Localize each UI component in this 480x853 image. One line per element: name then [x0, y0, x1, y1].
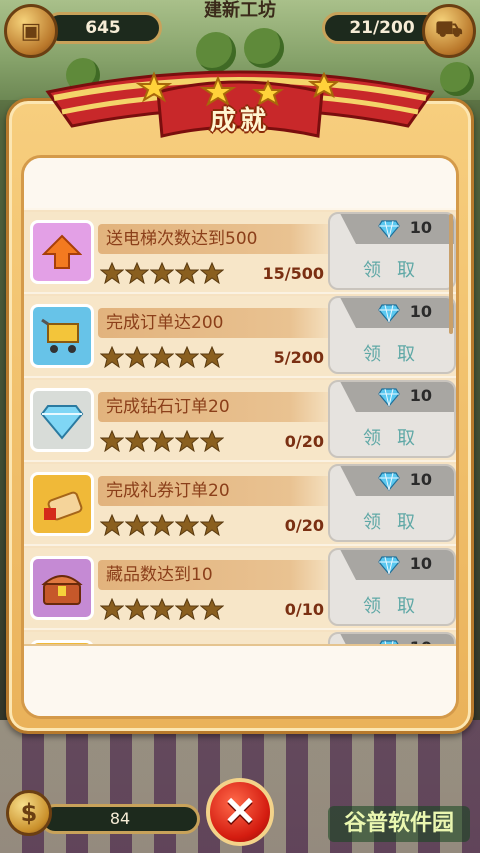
star-icon — [124, 597, 150, 624]
star-icon — [174, 597, 200, 624]
claim-button[interactable]: 领取 — [330, 502, 454, 540]
star-icon — [174, 429, 200, 456]
achievement-row: 送电梯次数达到500 15/500 10 领取 — [24, 212, 456, 294]
panel-footer — [24, 644, 456, 716]
reward-card: 10 领取 — [328, 296, 456, 374]
box-icon[interactable]: ▣ — [4, 4, 58, 58]
watermark-text: 谷普软件园 — [343, 811, 454, 836]
star-rating — [99, 597, 225, 624]
achievement-row: 完成礼券订单20 0/20 10 领取 — [24, 464, 456, 546]
achievement-row: 藏品数达到10 0/10 10 领取 — [24, 548, 456, 630]
star-icon — [199, 429, 225, 456]
left-resource-counter: 645 — [44, 12, 162, 44]
reward-amount: 10 — [409, 470, 432, 489]
coin-counter: 84 — [40, 804, 200, 834]
achievement-title: 送电梯次数达到500 — [98, 224, 338, 254]
star-icon — [99, 597, 125, 624]
achievement-progress: 5/200 — [273, 348, 324, 367]
reward-card: 10 领取 — [328, 464, 456, 542]
star-icon — [99, 345, 125, 372]
coin-value: 84 — [109, 809, 131, 828]
treasure-chest-icon — [30, 556, 94, 620]
star-icon — [149, 597, 175, 624]
achievement-title: 完成礼券订单20 — [98, 476, 338, 506]
star-icon — [149, 429, 175, 456]
reward-amount: 10 — [409, 386, 432, 405]
star-icon — [199, 345, 225, 372]
gem-icon — [378, 219, 400, 239]
star-rating — [99, 429, 225, 456]
star-rating — [99, 513, 225, 540]
star-icon — [99, 261, 125, 288]
star-icon — [199, 597, 225, 624]
left-resource-value: 645 — [85, 18, 121, 38]
reward-card: 10 领取 — [328, 212, 456, 290]
gem-icon — [378, 303, 400, 323]
up-arrow-icon — [30, 220, 94, 284]
cart-resource-icon[interactable]: ⛟ — [422, 4, 476, 58]
reward-amount: 10 — [409, 218, 432, 237]
achievement-progress: 0/20 — [284, 516, 324, 535]
star-icon — [174, 513, 200, 540]
star-rating — [99, 261, 225, 288]
star-icon — [149, 261, 175, 288]
plant-decoration — [440, 62, 474, 96]
gem-icon — [378, 555, 400, 575]
right-resource-value: 21/200 — [349, 18, 415, 38]
close-icon: ✕ — [223, 790, 257, 834]
coin-icon[interactable]: $ — [6, 790, 52, 836]
achievement-progress: 0/10 — [284, 600, 324, 619]
scroll-coupon-icon — [30, 472, 94, 536]
list-scrollbar[interactable] — [449, 214, 453, 334]
gem-icon — [378, 471, 400, 491]
star-icon — [149, 345, 175, 372]
star-icon — [124, 345, 150, 372]
star-icon — [124, 513, 150, 540]
star-icon — [199, 261, 225, 288]
star-icon — [199, 513, 225, 540]
achievement-list[interactable]: 送电梯次数达到500 15/500 10 领取 完成订单达200 5/200 1… — [24, 210, 456, 650]
claim-button[interactable]: 领取 — [330, 250, 454, 288]
reward-amount: 10 — [409, 554, 432, 573]
shopping-cart-icon — [30, 304, 94, 368]
star-rating — [99, 345, 225, 372]
reward-card: 10 领取 — [328, 548, 456, 626]
star-icon — [124, 429, 150, 456]
achievement-title: 完成钻石订单20 — [98, 392, 338, 422]
close-button[interactable]: ✕ — [206, 778, 274, 846]
achievement-row: 完成订单达200 5/200 10 领取 — [24, 296, 456, 378]
dialog-title: 成就 — [209, 106, 270, 136]
claim-button[interactable]: 领取 — [330, 586, 454, 624]
achievement-title: 完成订单达200 — [98, 308, 338, 338]
star-icon — [174, 261, 200, 288]
diamond-icon — [30, 388, 94, 452]
panel-header — [24, 158, 456, 208]
achievement-row: 完成钻石订单20 0/20 10 领取 — [24, 380, 456, 462]
achievement-progress: 0/20 — [284, 432, 324, 451]
star-icon — [99, 429, 125, 456]
star-icon — [99, 513, 125, 540]
achievement-progress: 15/500 — [262, 264, 324, 283]
achievements-panel: 送电梯次数达到500 15/500 10 领取 完成订单达200 5/200 1… — [21, 155, 459, 719]
achievement-title: 藏品数达到10 — [98, 560, 338, 590]
reward-amount: 10 — [409, 302, 432, 321]
reward-card: 10 领取 — [328, 380, 456, 458]
star-icon — [124, 261, 150, 288]
achievements-dialog: 送电梯次数达到500 15/500 10 领取 完成订单达200 5/200 1… — [6, 98, 474, 734]
claim-button[interactable]: 领取 — [330, 334, 454, 372]
claim-button[interactable]: 领取 — [330, 418, 454, 456]
gem-icon — [378, 387, 400, 407]
star-icon — [174, 345, 200, 372]
star-icon — [149, 513, 175, 540]
watermark: 谷普软件园 — [328, 806, 470, 842]
